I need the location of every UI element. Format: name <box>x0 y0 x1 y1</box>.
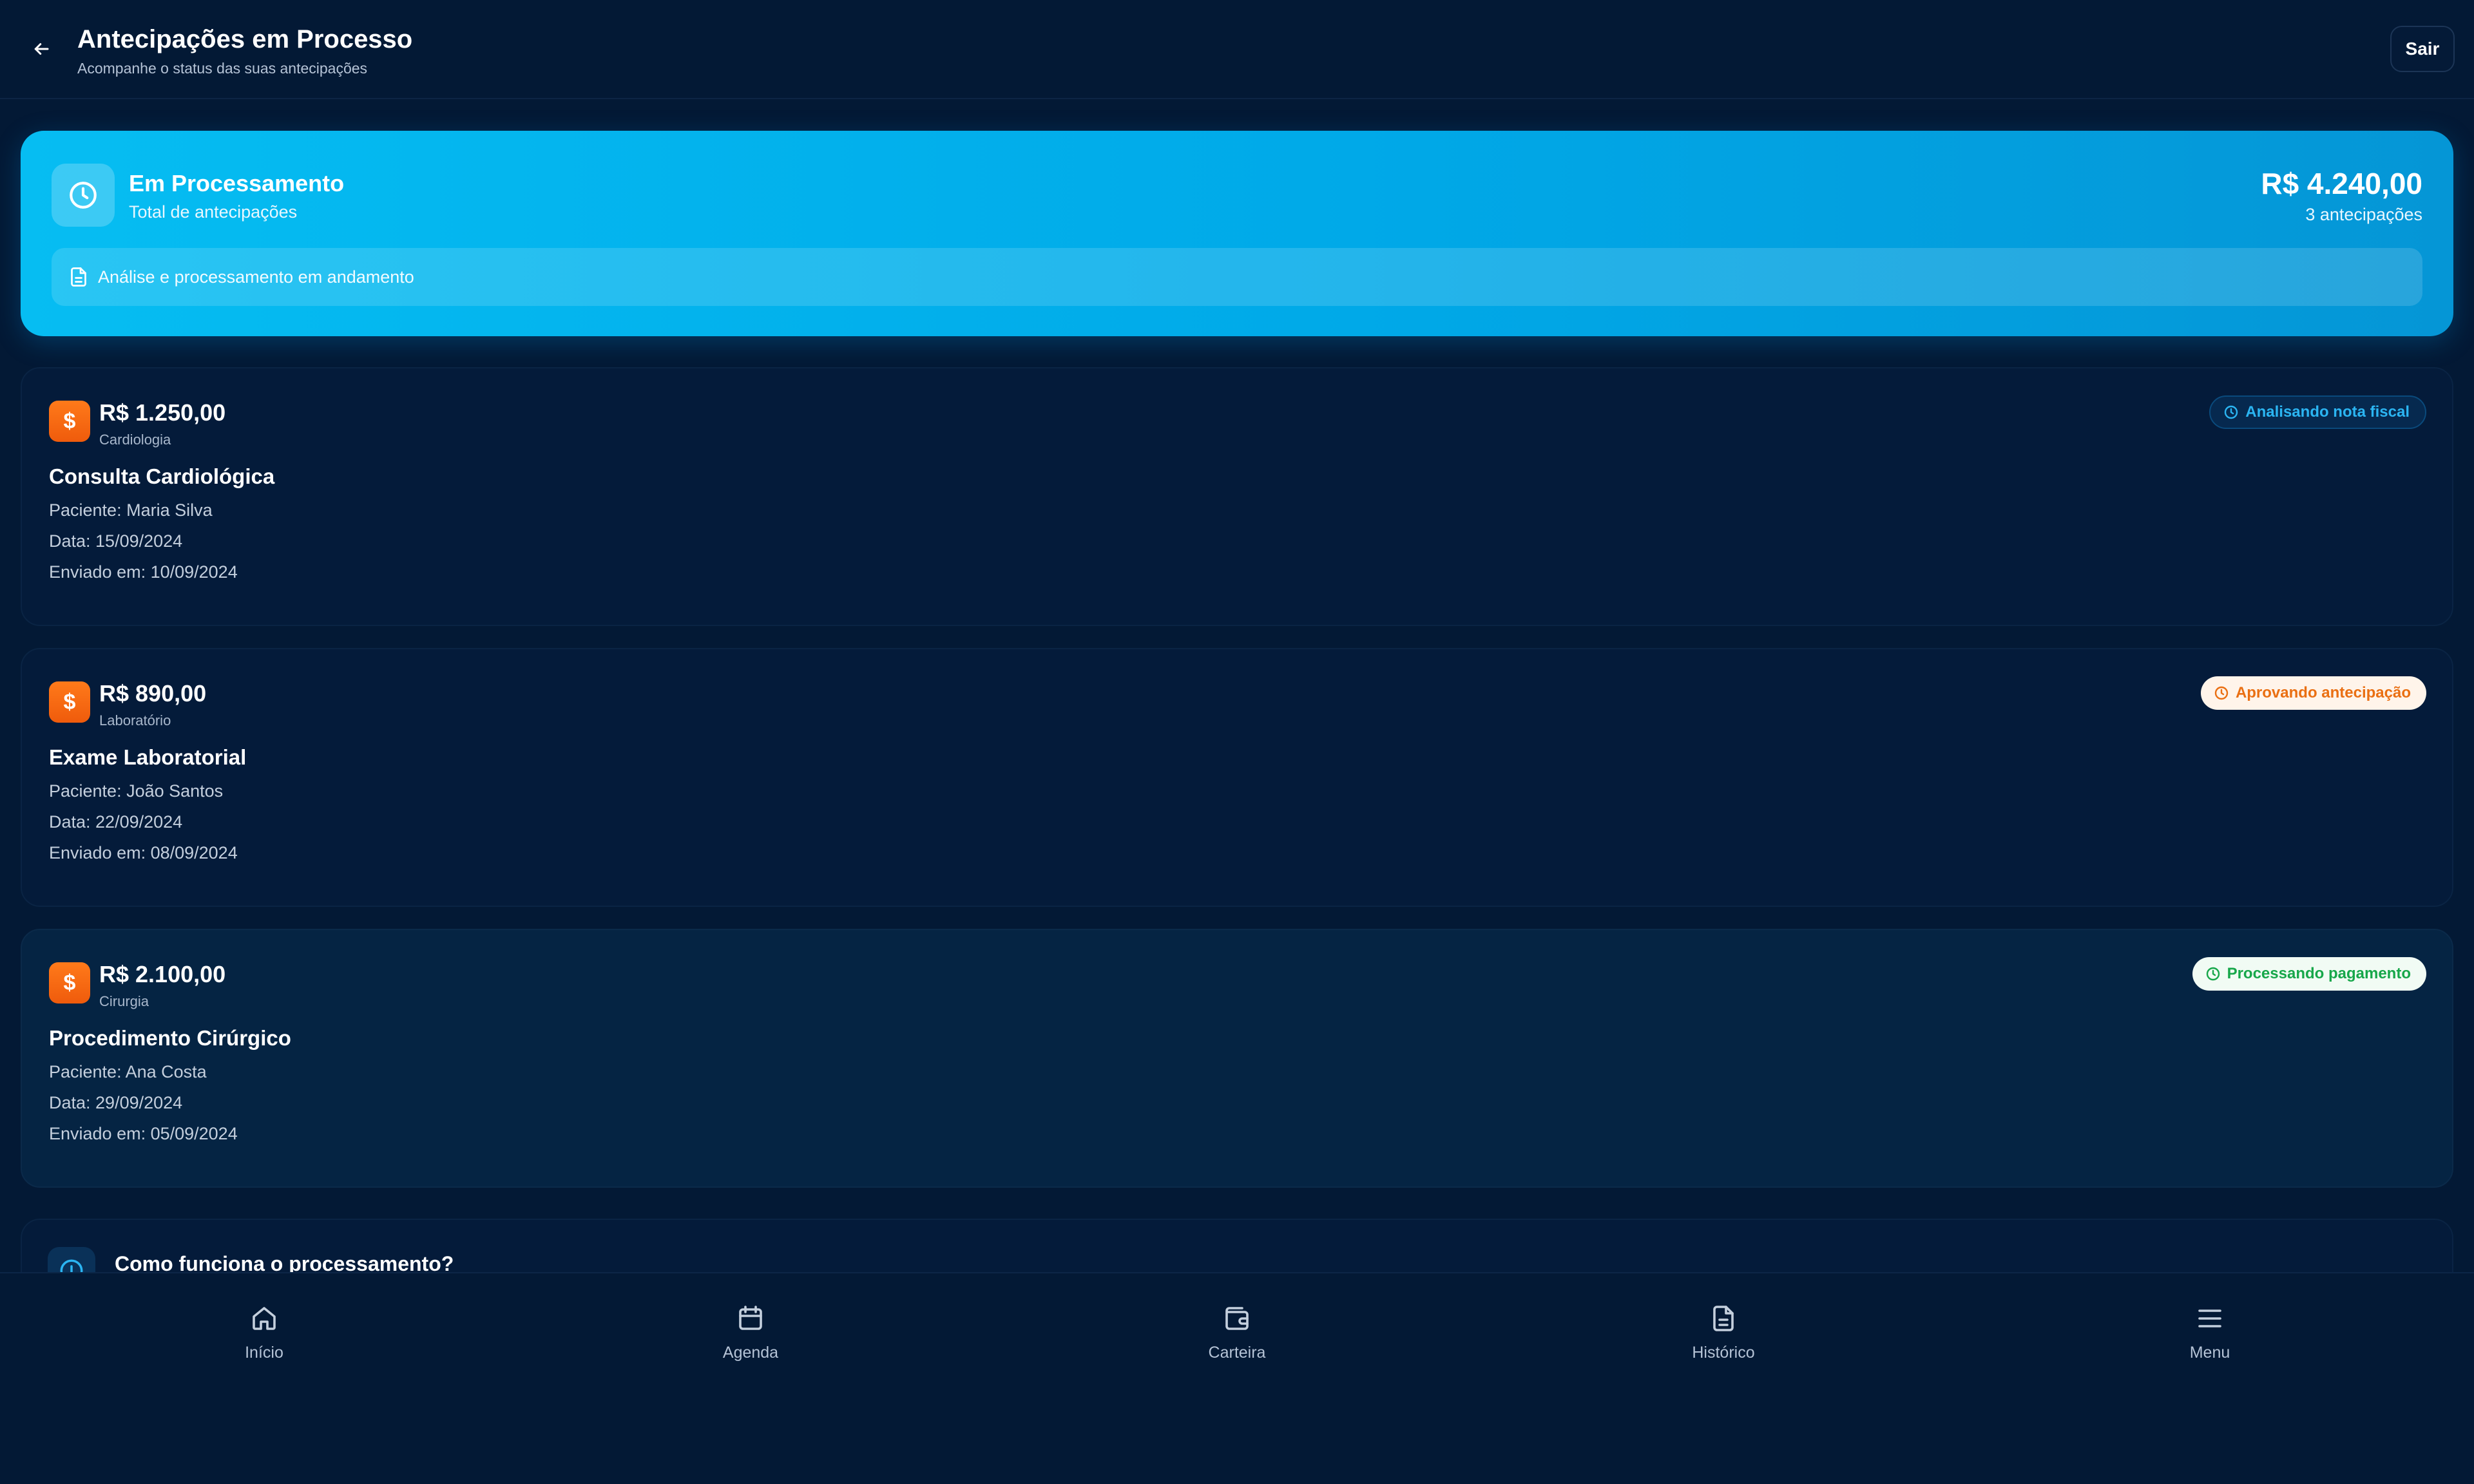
summary-status-banner: Análise e processamento em andamento <box>52 248 2422 306</box>
clock-icon <box>2225 405 2238 419</box>
page-subtitle: Acompanhe o status das suas antecipações <box>77 60 368 77</box>
request-category: Cardiologia <box>99 432 171 448</box>
request-sent-date: Enviado em: 05/09/2024 <box>49 1124 238 1143</box>
clock-icon <box>70 182 97 209</box>
nav-label: Agenda <box>722 1344 779 1362</box>
summary-count: 3 antecipações <box>2305 205 2422 224</box>
request-amount: R$ 1.250,00 <box>99 399 226 426</box>
summary-title: Em Processamento <box>129 170 345 196</box>
nav-label: Histórico <box>1692 1344 1755 1362</box>
summary-banner-text: Análise e processamento em andamento <box>98 267 414 287</box>
request-title: Exame Laboratorial <box>49 745 247 769</box>
nav-label: Menu <box>2189 1344 2230 1362</box>
dollar-icon: $ <box>49 962 90 1004</box>
app-header: Antecipações em Processo Acompanhe o sta… <box>0 0 2474 99</box>
anticipation-card[interactable]: $ R$ 1.250,00 Cardiologia Consulta Cardi… <box>21 367 2453 626</box>
dollar-icon: $ <box>49 401 90 442</box>
nav-item-carteira[interactable]: Carteira <box>1160 1303 1314 1364</box>
back-button[interactable] <box>26 33 57 64</box>
processing-summary-card: Em Processamento Total de antecipações R… <box>21 131 2453 336</box>
dollar-icon: $ <box>49 681 90 723</box>
request-date: Data: 22/09/2024 <box>49 812 183 832</box>
nav-item-agenda[interactable]: Agenda <box>673 1303 828 1364</box>
summary-total-amount: R$ 4.240,00 <box>2261 167 2422 200</box>
document-icon <box>1713 1306 1734 1331</box>
nav-item-historico[interactable]: Histórico <box>1646 1303 1801 1364</box>
status-badge-label: Analisando nota fiscal <box>2245 403 2410 421</box>
nav-item-inicio[interactable]: Início <box>187 1303 341 1364</box>
document-icon <box>71 267 86 287</box>
request-patient: Paciente: João Santos <box>49 781 224 801</box>
status-badge-label: Processando pagamento <box>2227 965 2411 982</box>
logout-button[interactable]: Sair <box>2390 26 2455 72</box>
nav-label: Início <box>245 1344 283 1362</box>
anticipation-card[interactable]: $ R$ 2.100,00 Cirurgia Procedimento Cirú… <box>21 929 2453 1188</box>
clock-icon <box>2214 686 2229 700</box>
page-title: Antecipações em Processo <box>77 25 413 53</box>
nav-item-menu[interactable]: Menu <box>2133 1303 2287 1364</box>
arrow-left-icon <box>34 43 49 55</box>
request-amount: R$ 2.100,00 <box>99 961 226 987</box>
summary-icon-box <box>52 164 115 227</box>
status-badge: Analisando nota fiscal <box>2209 395 2426 429</box>
request-date: Data: 15/09/2024 <box>49 531 183 551</box>
bottom-navigation: Início Agenda Carteira Histórico Menu <box>0 1272 2474 1484</box>
menu-icon <box>2198 1309 2221 1327</box>
status-badge-label: Aprovando antecipação <box>2235 684 2411 701</box>
anticipation-card[interactable]: $ R$ 890,00 Laboratório Exame Laboratori… <box>21 648 2453 907</box>
request-patient: Paciente: Maria Silva <box>49 500 213 520</box>
request-category: Laboratório <box>99 712 171 728</box>
nav-label: Carteira <box>1208 1344 1266 1362</box>
wallet-icon <box>1225 1307 1249 1330</box>
status-badge: Processando pagamento <box>2192 957 2426 991</box>
request-title: Consulta Cardiológica <box>49 464 275 488</box>
calendar-icon <box>739 1306 762 1330</box>
request-date: Data: 29/09/2024 <box>49 1093 183 1112</box>
request-title: Procedimento Cirúrgico <box>49 1026 291 1050</box>
home-icon <box>253 1307 276 1330</box>
request-patient: Paciente: Ana Costa <box>49 1062 207 1081</box>
summary-subtitle: Total de antecipações <box>129 202 298 222</box>
clock-icon <box>2206 967 2220 981</box>
request-sent-date: Enviado em: 08/09/2024 <box>49 843 238 862</box>
status-badge: Aprovando antecipação <box>2200 676 2426 710</box>
request-amount: R$ 890,00 <box>99 680 207 707</box>
request-category: Cirurgia <box>99 993 149 1009</box>
request-sent-date: Enviado em: 10/09/2024 <box>49 562 238 582</box>
